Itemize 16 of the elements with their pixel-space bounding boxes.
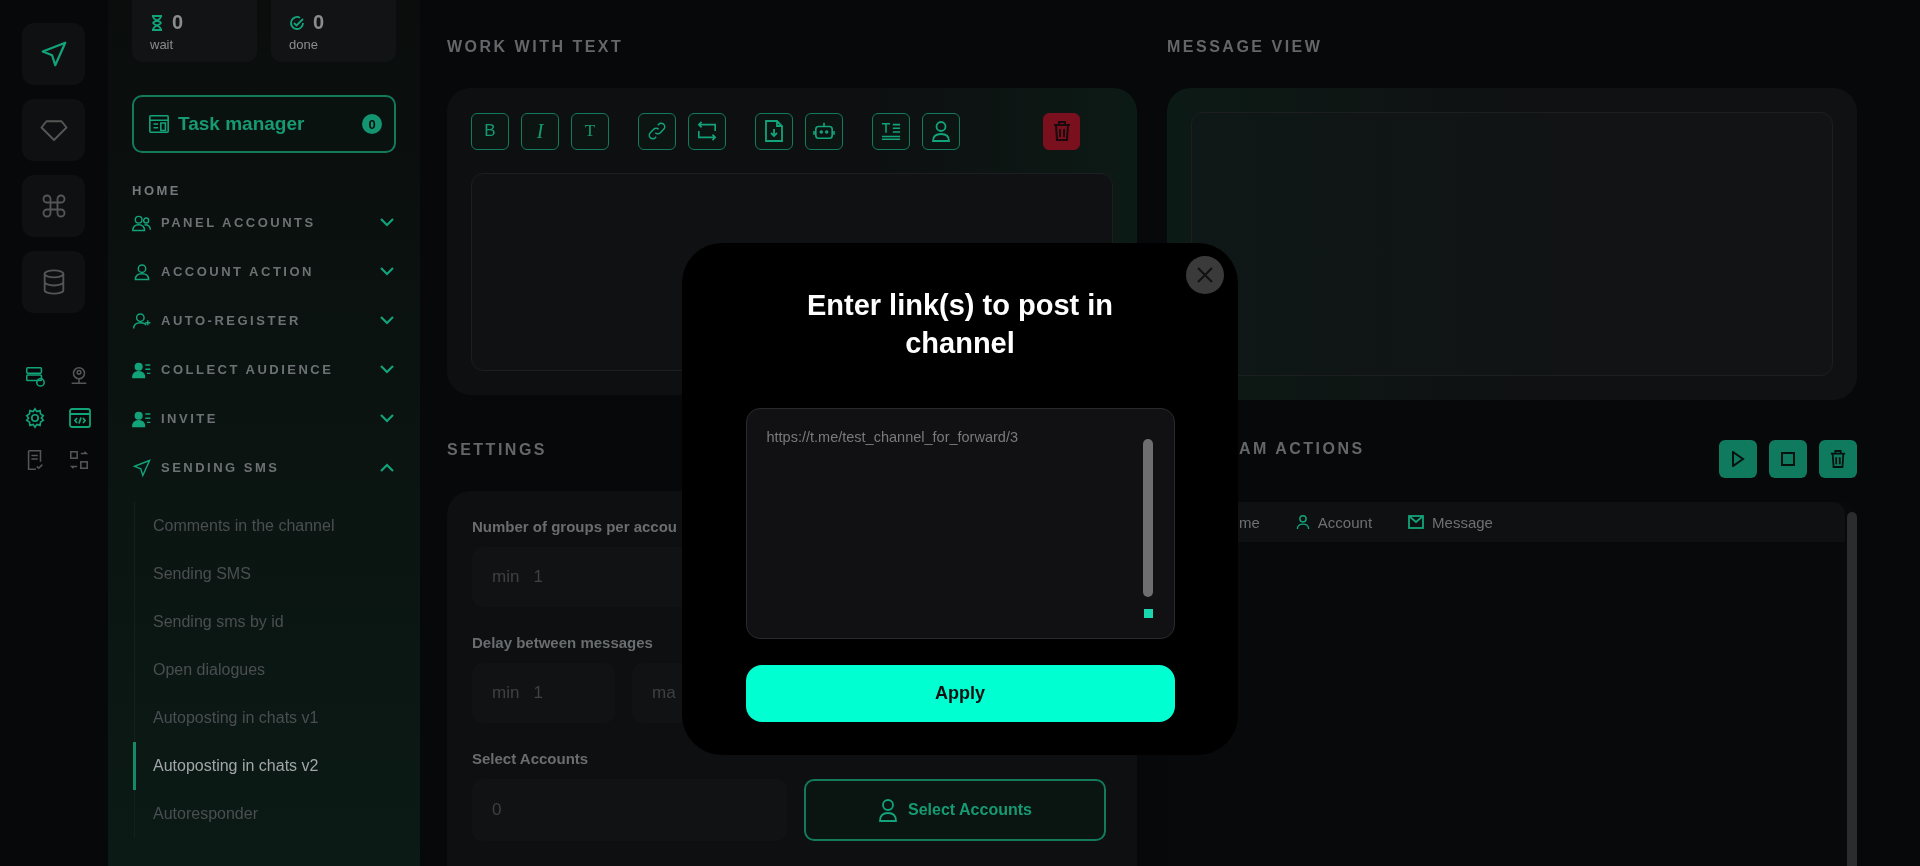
section-title: AM ACTIONS [1238,440,1365,460]
counter-label: wait [150,37,175,52]
field-label: Select Accounts [472,750,589,767]
count-badge: 0 [362,114,382,134]
column-header: me [1239,513,1260,531]
field-label: Delay between messages [472,634,653,651]
counter-value: 0 [172,11,184,34]
dialog-title: Enter link(s) to post in channel [805,288,1115,361]
counter-value: 0 [313,11,325,34]
counter-label: done [289,37,319,52]
section-title: MESSAGE VIEW [1167,38,1323,57]
field-label: Number of groups per accou [472,518,678,535]
section-title: SETTINGS [447,441,547,459]
section-title: WORK WITH TEXT [447,38,624,56]
column-header: Message [1408,513,1493,531]
column-header: Account [1295,513,1373,531]
